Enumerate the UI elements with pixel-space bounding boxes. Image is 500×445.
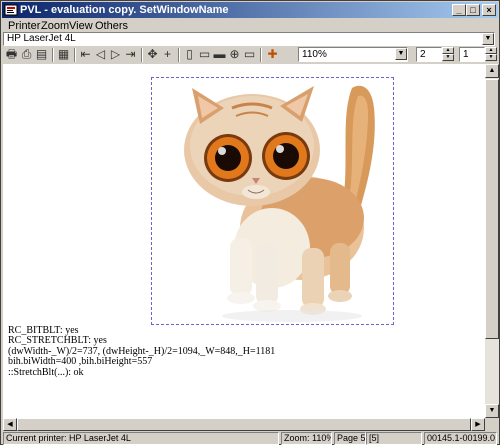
spin-down-icon[interactable]: ▼ (442, 54, 454, 61)
toolbar: 🖶 ⎙ ▤ ▦ ⇤ ◁ ▷ ⇥ ✥ + ▯ ▭ ▬ ⊕ ▭ ✚ 110% ▼ 2… (2, 47, 498, 63)
scroll-up-icon[interactable]: ▲ (485, 64, 499, 78)
status-page: Page 5 (334, 432, 366, 445)
page-last-icon[interactable]: ⇥ (123, 47, 138, 62)
fit-height-icon[interactable]: ▬ (212, 47, 227, 62)
horizontal-scroll-thumb[interactable] (17, 418, 471, 431)
page-prev-icon[interactable]: ◁ (93, 47, 108, 62)
page-first-icon[interactable]: ⇤ (78, 47, 93, 62)
copies-spinner[interactable]: ▲ ▼ (485, 47, 497, 62)
status-coordinates: 00145.1-00199.0 (424, 432, 497, 445)
zoom-select-value: 110% (302, 49, 327, 60)
toolbar-separator (74, 48, 76, 62)
spin-up-icon[interactable]: ▲ (442, 47, 454, 54)
page-next-icon[interactable]: ▷ (108, 47, 123, 62)
app-icon (4, 4, 18, 16)
spin-down-icon[interactable]: ▼ (485, 54, 497, 61)
status-printer: Current printer: HP LaserJet 4L (3, 432, 279, 445)
printer-icon[interactable]: 🖶 (4, 47, 19, 62)
menu-bar: Printer Zoom View Others (2, 19, 498, 33)
menu-view[interactable]: View (69, 20, 93, 32)
scroll-right-icon[interactable]: ▶ (471, 418, 485, 431)
status-page-count: [5] (366, 432, 422, 445)
zoom-window-icon[interactable]: ▭ (242, 47, 257, 62)
page-setup-icon[interactable]: ▤ (34, 47, 49, 62)
zoom-select[interactable]: 110% ▼ (298, 47, 408, 62)
capabilities-report: RC_BITBLT: yes RC_STRETCHBLT: yes (dwWidth… (8, 325, 275, 378)
vertical-scroll-thumb[interactable] (485, 79, 499, 339)
menu-others[interactable]: Others (95, 20, 128, 32)
menu-zoom[interactable]: Zoom (41, 20, 69, 32)
app-window: PVL - evaluation copy. SetWindowName _ □… (0, 0, 500, 445)
scroll-corner (485, 418, 499, 431)
copies-spin-input[interactable]: 1 (459, 47, 485, 62)
toolbar-separator (178, 48, 180, 62)
scroll-left-icon[interactable]: ◀ (3, 418, 17, 431)
preview-canvas[interactable]: RC_BITBLT: yes RC_STRETCHBLT: yes (dwWidth… (3, 64, 485, 418)
crosshair-icon[interactable]: + (160, 47, 175, 62)
page-spin-value: 2 (420, 49, 426, 60)
chevron-down-icon[interactable]: ▼ (395, 48, 407, 60)
page-spinner[interactable]: ▲ ▼ (442, 47, 454, 62)
printer-select[interactable]: HP LaserJet 4L ▼ (3, 32, 495, 46)
toolbar-separator (141, 48, 143, 62)
move-icon[interactable]: ✥ (145, 47, 160, 62)
report-line: ::StretchBlt(...): ok (8, 366, 84, 378)
maximize-button[interactable]: □ (466, 4, 480, 16)
vertical-scrollbar[interactable]: ▲ ▼ (485, 64, 499, 418)
fit-width-icon[interactable]: ▭ (197, 47, 212, 62)
properties-icon[interactable]: ▦ (56, 47, 71, 62)
settings-icon[interactable]: ✚ (265, 47, 280, 62)
menu-printer[interactable]: Printer (8, 20, 40, 32)
horizontal-scrollbar[interactable]: ◀ ▶ (3, 418, 485, 431)
minimize-button[interactable]: _ (452, 4, 466, 16)
zoom-icon[interactable]: ⊕ (227, 47, 242, 62)
title-bar[interactable]: PVL - evaluation copy. SetWindowName _ □… (2, 2, 498, 18)
status-zoom: Zoom: 110% (281, 432, 332, 445)
print-preview-icon[interactable]: ⎙ (19, 47, 34, 62)
printer-select-value: HP LaserJet 4L (7, 33, 76, 44)
scroll-down-icon[interactable]: ▼ (485, 404, 499, 418)
chevron-down-icon[interactable]: ▼ (482, 33, 494, 45)
toolbar-separator (52, 48, 54, 62)
toolbar-separator (260, 48, 262, 62)
preview-image (151, 77, 394, 325)
page-spin-input[interactable]: 2 (416, 47, 442, 62)
spin-up-icon[interactable]: ▲ (485, 47, 497, 54)
copies-spin-value: 1 (463, 49, 469, 60)
status-bar: Current printer: HP LaserJet 4L Zoom: 11… (2, 432, 498, 445)
close-button[interactable]: × (482, 4, 496, 16)
window-title: PVL - evaluation copy. SetWindowName (20, 4, 229, 16)
kitten-illustration (184, 85, 375, 322)
fit-page-icon[interactable]: ▯ (182, 47, 197, 62)
